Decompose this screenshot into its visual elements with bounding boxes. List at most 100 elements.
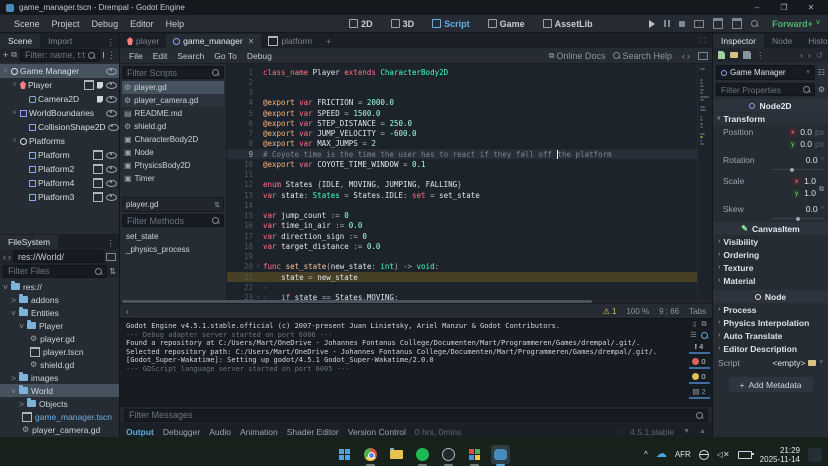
- search-output-icon[interactable]: [701, 332, 708, 339]
- code-minimap[interactable]: [697, 64, 712, 300]
- nav-forward-icon[interactable]: ›: [8, 252, 11, 262]
- scene-tab-player[interactable]: player: [120, 34, 166, 48]
- zoom-level[interactable]: 100 %: [626, 307, 649, 316]
- scene-node-platform[interactable]: Platform: [0, 148, 119, 162]
- visibility-eye-icon[interactable]: [106, 166, 117, 173]
- history-forward-icon[interactable]: ›: [687, 51, 690, 61]
- code-line-19[interactable]: 19: [227, 252, 698, 262]
- fs-item-entities[interactable]: ˅Entities: [0, 306, 119, 319]
- taskbar-app-grid[interactable]: [465, 445, 484, 464]
- position-y-field[interactable]: y 0.0 px: [788, 139, 824, 149]
- instanced-scene-icon[interactable]: [93, 192, 103, 202]
- workspace-game[interactable]: Game: [481, 19, 532, 29]
- load-script-icon[interactable]: [808, 360, 816, 366]
- code-line-21[interactable]: 21» state = new_state: [227, 272, 698, 282]
- code-line-11[interactable]: 11: [227, 170, 698, 180]
- class-header-node[interactable]: Node: [713, 290, 828, 303]
- visibility-eye-icon[interactable]: [106, 194, 117, 201]
- filter-files-input[interactable]: Filter Files: [3, 265, 107, 278]
- editor-menu-file[interactable]: File: [124, 51, 148, 61]
- method-physics-process[interactable]: _physics_process: [122, 243, 224, 256]
- code-line-1[interactable]: 1class_name Player extends CharacterBody…: [227, 67, 698, 77]
- instanced-scene-icon[interactable]: [93, 150, 103, 160]
- tray-expand-icon[interactable]: ^: [644, 450, 648, 459]
- fs-item-images[interactable]: >images: [0, 371, 119, 384]
- script-item-readme-md[interactable]: ▤README.md: [122, 107, 224, 120]
- rotation-slider[interactable]: [772, 169, 824, 170]
- scene-tab-platform[interactable]: platform: [261, 34, 319, 48]
- scene-dock-options-icon[interactable]: ⋮: [103, 37, 120, 48]
- error-count-badge[interactable]: 0: [689, 356, 710, 369]
- fs-item-objects[interactable]: >Objects: [0, 397, 119, 410]
- dock-tab-inspector[interactable]: Inspector: [713, 34, 764, 48]
- section-physics-interpolation[interactable]: ›Physics Interpolation: [713, 316, 828, 329]
- resource-options-icon[interactable]: ⋮: [756, 50, 765, 61]
- code-line-23[interactable]: 23˅» if state == States.MOVING:: [227, 293, 698, 301]
- horizontal-scrollbar[interactable]: [120, 300, 712, 303]
- code-editor[interactable]: 1class_name Player extends CharacterBody…: [227, 64, 712, 300]
- workspace-3d[interactable]: 3D: [384, 19, 422, 29]
- scene-tab-game-manager[interactable]: game_manager✕: [166, 34, 261, 48]
- warning-count-badge-output[interactable]: 0: [689, 371, 710, 384]
- scene-node-player[interactable]: ˅Player: [0, 78, 119, 92]
- rotation-field[interactable]: 0.0 °: [806, 155, 824, 165]
- fs-item-addons[interactable]: >addons: [0, 293, 119, 306]
- scene-node-platforms[interactable]: ˅Platforms: [0, 134, 119, 148]
- add-node-button[interactable]: +: [3, 50, 8, 60]
- section-visibility[interactable]: ›Visibility: [713, 235, 828, 248]
- section-process[interactable]: ›Process: [713, 303, 828, 316]
- scale-y-field[interactable]: y 1.0: [792, 188, 816, 198]
- bottom-tab-output[interactable]: Output: [126, 427, 154, 437]
- script-item-shield-gd[interactable]: ⚙shield.gd: [122, 120, 224, 133]
- code-line-9[interactable]: 9# Coyote time is the time the user has …: [227, 149, 698, 159]
- inspector-back-icon[interactable]: ‹: [800, 50, 803, 60]
- pin-panel-icon[interactable]: ▼: [683, 428, 690, 435]
- fs-item-player-gd[interactable]: ⚙player.gd: [0, 332, 119, 345]
- sort-methods-icon[interactable]: ⇅: [214, 201, 220, 209]
- scene-node-worldboundaries[interactable]: ˅WorldBoundaries: [0, 106, 119, 120]
- class-header-node2d[interactable]: Node2D: [713, 99, 828, 112]
- code-line-13[interactable]: 13var state: States = States.IDLE: set =…: [227, 190, 698, 200]
- current-script-selector[interactable]: player.gd ⇅: [122, 197, 224, 212]
- code-line-20[interactable]: 20˅func set_state(new_state: int) -> voi…: [227, 262, 698, 272]
- code-line-4[interactable]: 4@export var FRICTION = 2000.0: [227, 98, 698, 108]
- message-count-badge[interactable]: !4: [689, 341, 710, 354]
- expand-panel-icon[interactable]: ▲: [699, 428, 706, 435]
- indent-mode[interactable]: Tabs: [689, 307, 706, 316]
- menu-debug[interactable]: Debug: [86, 19, 125, 29]
- expand-arrow-icon[interactable]: ˅: [11, 82, 18, 89]
- instanced-scene-icon[interactable]: [93, 178, 103, 188]
- workspace-script[interactable]: Script: [425, 19, 477, 29]
- script-icon[interactable]: [97, 96, 103, 103]
- instanced-scene-icon[interactable]: [93, 164, 103, 174]
- code-line-14[interactable]: 14: [227, 200, 698, 210]
- scene-options-icon[interactable]: ⋮: [107, 50, 116, 61]
- stop-button[interactable]: [679, 21, 685, 27]
- dock-tab-history[interactable]: History: [800, 34, 828, 48]
- code-line-3[interactable]: 3: [227, 88, 698, 98]
- expand-arrow-icon[interactable]: ˅: [11, 386, 16, 396]
- section-material[interactable]: ›Material: [713, 274, 828, 287]
- fs-item-res[interactable]: ˅res://: [0, 280, 119, 293]
- class-header-canvasitem[interactable]: ✎ CanvasItem: [713, 222, 828, 235]
- scene-node-platform2[interactable]: Platform2: [0, 162, 119, 176]
- scene-node-camera2d[interactable]: Camera2D: [0, 92, 119, 106]
- taskbar-app-start[interactable]: [335, 445, 354, 464]
- movie-maker-icon[interactable]: [751, 20, 758, 27]
- visibility-eye-icon[interactable]: [106, 68, 117, 75]
- workspace-2d[interactable]: 2D: [342, 19, 380, 29]
- battery-icon[interactable]: [738, 451, 752, 459]
- warning-count-badge[interactable]: ⚠ 1: [603, 307, 617, 316]
- keyboard-language[interactable]: AFR: [675, 450, 691, 459]
- path-field[interactable]: res://World/: [13, 250, 104, 263]
- network-icon[interactable]: [699, 450, 709, 460]
- section-texture[interactable]: ›Texture: [713, 261, 828, 274]
- new-resource-icon[interactable]: [718, 51, 725, 59]
- fs-item-shield-gd[interactable]: ⚙shield.gd: [0, 358, 119, 371]
- menu-help[interactable]: Help: [160, 19, 191, 29]
- expand-arrow-icon[interactable]: ˅: [19, 321, 24, 331]
- section-editor-description[interactable]: ›Editor Description: [713, 342, 828, 355]
- restore-button[interactable]: ❐: [773, 1, 795, 14]
- visibility-eye-icon[interactable]: [106, 152, 117, 159]
- code-line-2[interactable]: 2: [227, 77, 698, 87]
